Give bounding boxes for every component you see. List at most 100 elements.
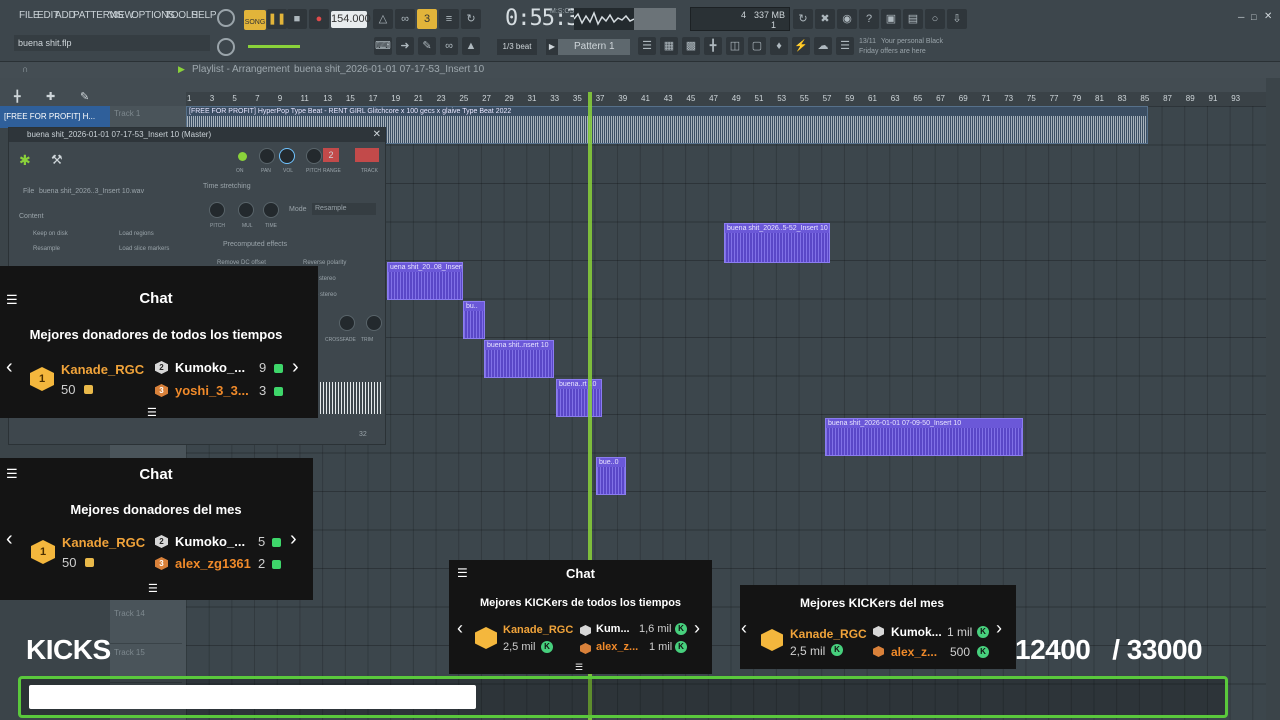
master-volume-knob[interactable]	[217, 9, 235, 27]
rank-1-amount: 50	[61, 382, 76, 397]
record-icon[interactable]: ●	[309, 9, 329, 29]
master-pitch-knob[interactable]	[217, 38, 235, 56]
microphone-icon[interactable]: ◉	[837, 9, 857, 29]
plugin-icon[interactable]: ♦	[770, 37, 788, 55]
track-selector[interactable]	[355, 148, 379, 162]
drag-handle-icon[interactable]: ☰	[147, 406, 157, 419]
metronome-icon[interactable]: △	[373, 9, 393, 29]
clip-6[interactable]: bue..0	[596, 457, 626, 495]
export-icon[interactable]: ▤	[903, 9, 923, 29]
next-arrow-icon[interactable]: ›	[292, 356, 299, 379]
pencil-icon-2[interactable]: ✎	[80, 90, 89, 103]
chat-icon[interactable]: ○	[925, 9, 945, 29]
pattern-selector[interactable]: Pattern 1	[558, 39, 630, 55]
wrench-icon[interactable]: ⚒	[51, 152, 63, 168]
piano-roll-icon[interactable]: ⌨	[374, 37, 392, 55]
pianoroll-icon[interactable]: ▩	[682, 37, 700, 55]
magnet-icon[interactable]: ∩	[22, 64, 28, 74]
prev-arrow-icon[interactable]: ‹	[457, 618, 463, 639]
waveform-icon[interactable]: ✱	[19, 152, 31, 169]
ts-time-knob[interactable]	[263, 202, 279, 218]
prev-arrow-icon[interactable]: ‹	[6, 528, 13, 551]
vol-knob[interactable]	[279, 148, 295, 164]
keep-on-disk-checkbox[interactable]: Keep on disk	[33, 231, 68, 237]
prev-arrow-icon[interactable]: ‹	[6, 356, 13, 379]
countdown-icon[interactable]: 3	[417, 9, 437, 29]
stereo-option[interactable]: stereo	[319, 276, 336, 282]
channel-rack-icon[interactable]: ◫	[726, 37, 744, 55]
news-line1[interactable]: Your personal Black	[881, 38, 943, 45]
blend-notes-icon[interactable]: ≡	[439, 9, 459, 29]
load-regions-checkbox[interactable]: Load regions	[119, 231, 154, 237]
tempo-display[interactable]: 154.000	[331, 11, 371, 28]
clip-1[interactable]: buena shit_2026..5-52_Insert 10	[724, 223, 830, 263]
next-arrow-icon[interactable]: ›	[996, 618, 1002, 639]
file-value[interactable]: buena shit_2026..3_Insert 10.wav	[39, 188, 144, 195]
loop-record-icon[interactable]: ↻	[461, 9, 481, 29]
link-icon[interactable]: ∞	[440, 37, 458, 55]
tools-icon[interactable]: ✖	[815, 9, 835, 29]
stop-icon[interactable]: ■	[287, 9, 307, 29]
track-14-header[interactable]: Track 14	[110, 606, 182, 644]
channel-window-title[interactable]: buena shit_2026-01-01 07-17-53_Insert 10…	[9, 128, 385, 142]
crossfade-knob[interactable]	[339, 315, 355, 331]
clip-4[interactable]: buena shit..nsert 10	[484, 340, 554, 378]
snap-selector[interactable]: 1/3 beat	[497, 39, 537, 55]
ruler-tick: 67	[936, 94, 945, 103]
trim-knob[interactable]	[366, 315, 382, 331]
stepseq-icon[interactable]: ▦	[660, 37, 678, 55]
pitch-knob[interactable]	[306, 148, 322, 164]
download-icon[interactable]: ⇩	[947, 9, 967, 29]
save-icon[interactable]: ▣	[881, 9, 901, 29]
news-line2[interactable]: Friday offers are here	[859, 48, 926, 55]
overview-strip[interactable]	[186, 78, 1266, 92]
menu-help[interactable]: HELP	[191, 10, 217, 21]
drag-handle-icon[interactable]: ☰	[148, 582, 158, 595]
top-clip-left[interactable]: [FREE FOR PROFIT] H...	[0, 106, 110, 128]
list-icon[interactable]: ☰	[836, 37, 854, 55]
minimize-icon[interactable]: ─	[1238, 12, 1244, 22]
next-arrow-icon[interactable]: ›	[290, 528, 297, 551]
clip-7[interactable]: buena shit_2026-01-01 07-09-50_Insert 10	[825, 418, 1023, 456]
maximize-icon[interactable]: □	[1251, 12, 1256, 22]
ts-mul-knob[interactable]	[238, 202, 254, 218]
song-mode-toggle[interactable]: SONG	[244, 10, 266, 30]
stamp-icon[interactable]: ▲	[462, 37, 480, 55]
ts-pitch-knob[interactable]	[209, 202, 225, 218]
resample-checkbox[interactable]: Resample	[33, 246, 60, 252]
widget-title: Mejores donadores del mes	[70, 502, 242, 517]
kick-coin-icon: K	[977, 646, 989, 658]
clip-5[interactable]: buena..rt 10	[556, 379, 602, 417]
master-volume-slider[interactable]	[248, 45, 300, 48]
mixer-icon[interactable]: ╋	[704, 37, 722, 55]
pencil-icon[interactable]: ✎	[418, 37, 436, 55]
stereo-option-2[interactable]: o stereo	[315, 292, 337, 298]
on-led[interactable]	[238, 152, 247, 161]
clip-3[interactable]: bu..	[463, 301, 485, 339]
mode-select[interactable]: Resample	[312, 203, 376, 215]
arrow-right-icon[interactable]: ➜	[396, 37, 414, 55]
pan-knob[interactable]	[259, 148, 275, 164]
next-arrow-icon[interactable]: ›	[694, 618, 700, 639]
pattern-play-icon[interactable]: ▶	[546, 39, 558, 55]
mixer-shortcut-icon[interactable]: ╋	[14, 90, 21, 103]
refresh-icon[interactable]: ↻	[793, 9, 813, 29]
plug-icon[interactable]: ⚡	[792, 37, 810, 55]
window-close-icon[interactable]: ✕	[373, 129, 381, 140]
play-icon[interactable]: ▶	[178, 64, 185, 75]
timeline-ruler[interactable]: 1 3 5 7 9 11 13 15 17 19 21 23 25 27 29 31 33 35 37 39 41 43 4…	[186, 92, 1266, 106]
browser-icon[interactable]: ▢	[748, 37, 766, 55]
drag-handle-icon[interactable]: ☰	[575, 662, 583, 673]
wait-input-icon[interactable]: ∞	[395, 9, 415, 29]
add-icon[interactable]: ✚	[46, 90, 55, 103]
clip-5-label: buena..rt 10	[557, 380, 601, 389]
close-icon[interactable]: ✕	[1264, 11, 1272, 22]
pause-icon[interactable]: ❚❚	[267, 9, 287, 29]
range-value[interactable]: 2	[323, 148, 339, 162]
playlist-icon[interactable]: ☰	[638, 37, 656, 55]
prev-arrow-icon[interactable]: ‹	[741, 618, 747, 639]
help-icon[interactable]: ?	[859, 9, 879, 29]
cloud-icon[interactable]: ☁	[814, 37, 832, 55]
load-slice-checkbox[interactable]: Load slice markers	[119, 246, 169, 252]
clip-2[interactable]: uena shit_20..08_Insert 10	[387, 262, 463, 300]
